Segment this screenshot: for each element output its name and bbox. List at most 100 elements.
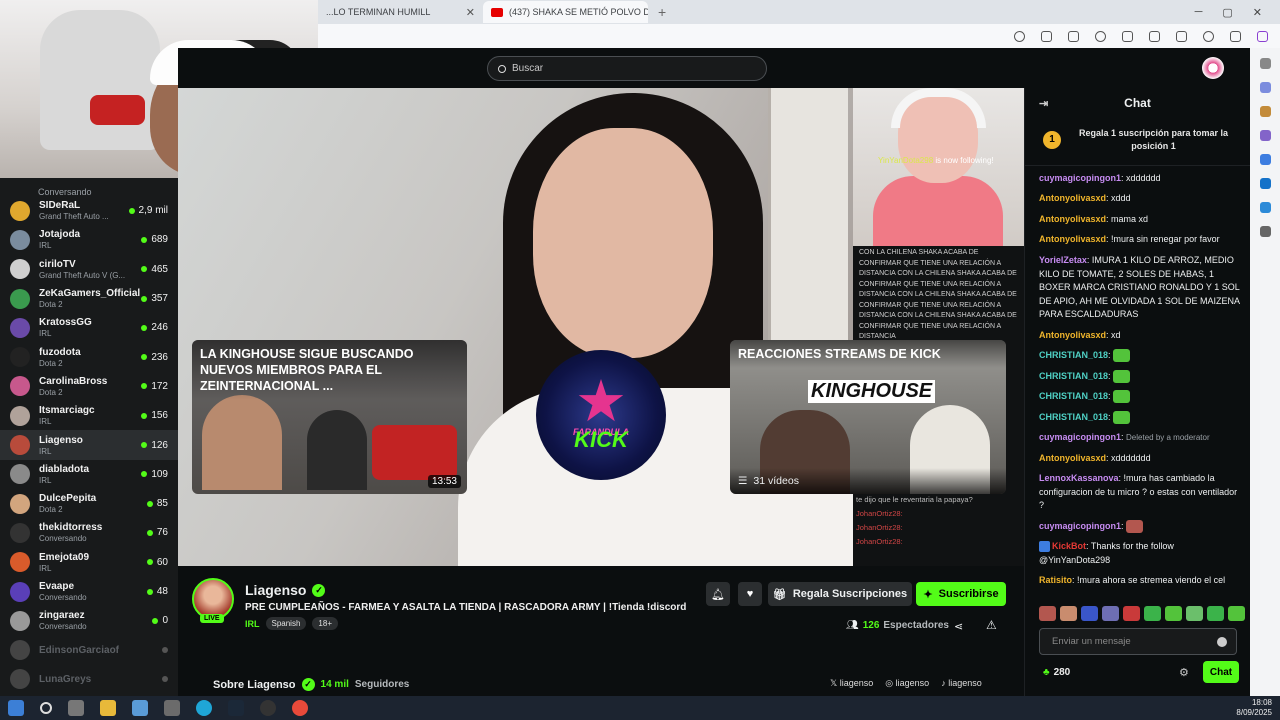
chat-username[interactable]: LennoxKassanova xyxy=(1039,473,1119,483)
chat-username[interactable]: CHRISTIAN_018 xyxy=(1039,391,1108,401)
reader-icon[interactable] xyxy=(1014,30,1025,42)
tag-icon[interactable] xyxy=(1259,82,1271,93)
sidebar-channel-item[interactable]: LunaGreys xyxy=(0,665,178,694)
new-tab-button[interactable]: + xyxy=(648,4,676,20)
chat-username[interactable]: CHRISTIAN_018 xyxy=(1039,350,1108,360)
sidebar-channel-item[interactable]: zingaraez Conversando 0 xyxy=(0,606,178,635)
mail-icon[interactable] xyxy=(164,700,180,716)
sidebar-channel-item[interactable]: KratossGG IRL 246 xyxy=(0,313,178,342)
chat-username[interactable]: cuymagicopingon1 xyxy=(1039,432,1121,442)
sidebar-channel-item[interactable]: Itsmarciagc IRL 156 xyxy=(0,401,178,430)
notifications-button[interactable]: 🔔︎ xyxy=(706,582,730,606)
send-icon[interactable] xyxy=(1259,202,1271,213)
sidebar-channel-item[interactable]: diabladota IRL 109 xyxy=(0,460,178,489)
emote-icon[interactable] xyxy=(1081,606,1098,621)
vpn-icon[interactable] xyxy=(1203,30,1214,42)
emote-icon[interactable] xyxy=(1039,606,1056,621)
chat-input[interactable]: Enviar un mensaje xyxy=(1039,628,1237,655)
tag-pill[interactable]: 18+ xyxy=(312,617,338,630)
sidebar-channel-item[interactable]: DulcePepita Dota 2 85 xyxy=(0,489,178,518)
more-icon[interactable] xyxy=(1230,30,1241,42)
sidebar-channel-item[interactable]: Liagenso IRL 126 xyxy=(0,430,178,460)
emote-icon[interactable] xyxy=(1144,606,1161,621)
sidebar-channel-item[interactable]: fuzodota Dota 2 236 xyxy=(0,342,178,371)
emote-icon[interactable] xyxy=(1165,606,1182,621)
games-icon[interactable] xyxy=(1259,130,1271,141)
chat-username[interactable]: cuymagicopingon1 xyxy=(1039,521,1121,531)
chat-settings-icon[interactable]: ⚙ xyxy=(1179,666,1189,679)
chat-username[interactable]: Antonyolivasxd xyxy=(1039,453,1106,463)
video-thumbnail[interactable]: LA KINGHOUSE SIGUE BUSCANDO NUEVOS MIEMB… xyxy=(192,340,467,494)
sidebar-channel-item[interactable]: thekidtorress Conversando 76 xyxy=(0,518,178,547)
sidebar-channel-item[interactable]: CarolinaBross Dota 2 172 xyxy=(0,372,178,401)
search-icon[interactable] xyxy=(40,702,52,714)
channel-points[interactable]: ♣ 280 xyxy=(1043,667,1070,678)
outlook-icon[interactable] xyxy=(1259,178,1271,189)
gift-subs-button[interactable]: 🎁︎ Regala Suscripciones xyxy=(768,582,912,606)
browser-tab[interactable]: ...LO TERMINAN HUMILL ✕ xyxy=(318,1,483,23)
gift-leaderboard[interactable]: 1 Regala 1 suscripción para tomar la pos… xyxy=(1025,118,1250,166)
close-tab-icon[interactable]: ✕ xyxy=(466,6,475,19)
playlist-thumbnail[interactable]: KINGHOUSE REACCIONES STREAMS DE KICK ☰ 3… xyxy=(730,340,1006,494)
briefcase-icon[interactable] xyxy=(1259,106,1271,117)
chat-username[interactable]: CHRISTIAN_018 xyxy=(1039,412,1108,422)
favorites-icon[interactable] xyxy=(1149,30,1160,42)
search-input[interactable]: Buscar xyxy=(487,56,767,81)
share-icon[interactable]: ⋖ xyxy=(954,620,963,633)
office-icon[interactable] xyxy=(1259,154,1271,165)
emote-icon[interactable] xyxy=(1060,606,1077,621)
add-icon[interactable] xyxy=(1259,226,1271,237)
search-icon[interactable] xyxy=(1259,58,1271,69)
copilot-icon[interactable] xyxy=(1257,30,1268,42)
chat-username[interactable]: Antonyolivasxd xyxy=(1039,234,1106,244)
instagram-link[interactable]: ◎ liagenso xyxy=(885,678,929,689)
chat-username[interactable]: Antonyolivasxd xyxy=(1039,214,1106,224)
report-icon[interactable]: ⚠ xyxy=(986,618,997,632)
emote-icon[interactable] xyxy=(1207,606,1224,621)
tag-pill[interactable]: Spanish xyxy=(265,617,307,630)
emote-icon[interactable] xyxy=(1186,606,1203,621)
minimize-button[interactable]: ─ xyxy=(1195,6,1203,19)
chat-username[interactable]: Antonyolivasxd xyxy=(1039,193,1106,203)
favorite-icon[interactable] xyxy=(1041,30,1052,42)
x-link[interactable]: 𝕏 liagenso xyxy=(830,678,873,689)
sidebar-channel-item[interactable]: Jotajoda IRL 689 xyxy=(0,225,178,254)
chat-username[interactable]: Ratisito xyxy=(1039,575,1072,585)
chat-username[interactable]: YorielZetax xyxy=(1039,255,1087,265)
close-window-button[interactable]: ✕ xyxy=(1253,6,1262,19)
follow-button[interactable]: ♥ xyxy=(738,582,762,606)
edge-icon[interactable] xyxy=(196,700,212,716)
emote-icon[interactable] xyxy=(1102,606,1119,621)
sidebar-channel-item[interactable]: Emejota09 IRL 60 xyxy=(0,548,178,577)
sidebar-channel-item[interactable]: EdinsonGarciaof xyxy=(0,635,178,664)
windows-start-icon[interactable] xyxy=(8,700,24,716)
emote-icon[interactable] xyxy=(1123,606,1140,621)
sidebar-channel-item[interactable]: ciriloTV Grand Theft Auto V (G... 465 xyxy=(0,255,178,284)
chat-username[interactable]: KickBot xyxy=(1052,541,1086,551)
tiktok-link[interactable]: ♪ liagenso xyxy=(941,678,982,689)
subscribe-button[interactable]: ✦ Suscribirse xyxy=(916,582,1006,606)
send-chat-button[interactable]: Chat xyxy=(1203,661,1239,683)
browser-tab-active[interactable]: (437) SHAKA SE METIÓ POLVO D ✕ xyxy=(483,1,648,23)
split-screen-icon[interactable] xyxy=(1122,30,1133,42)
file-explorer-icon[interactable] xyxy=(100,700,116,716)
sidebar-channel-item[interactable]: ZeKaGamers_Official Dota 2 357 xyxy=(0,284,178,313)
maximize-button[interactable]: ▢ xyxy=(1222,6,1232,19)
emote-icon[interactable] xyxy=(1228,606,1245,621)
video-player[interactable]: YinYanDota298 is now following! CON LA C… xyxy=(178,88,1024,566)
calculator-icon[interactable] xyxy=(132,700,148,716)
browser-icon[interactable] xyxy=(292,700,308,716)
sidebar-channel-item[interactable]: Evaape Conversando 48 xyxy=(0,577,178,606)
collections-icon[interactable] xyxy=(1176,30,1187,42)
user-avatar[interactable] xyxy=(1202,57,1224,79)
category-link[interactable]: IRL xyxy=(245,619,260,629)
refresh-icon[interactable] xyxy=(1095,30,1106,42)
emoji-picker-icon[interactable] xyxy=(1217,637,1227,647)
task-view-icon[interactable] xyxy=(68,700,84,716)
obs-icon[interactable] xyxy=(260,700,276,716)
chat-username[interactable]: cuymagicopingon1 xyxy=(1039,173,1121,183)
steam-icon[interactable] xyxy=(228,700,244,716)
channel-name[interactable]: Liagenso ✓ xyxy=(245,582,326,598)
system-clock[interactable]: 18:08 8/09/2025 xyxy=(1236,698,1280,718)
collapse-chat-icon[interactable]: ⇥ xyxy=(1039,97,1048,110)
